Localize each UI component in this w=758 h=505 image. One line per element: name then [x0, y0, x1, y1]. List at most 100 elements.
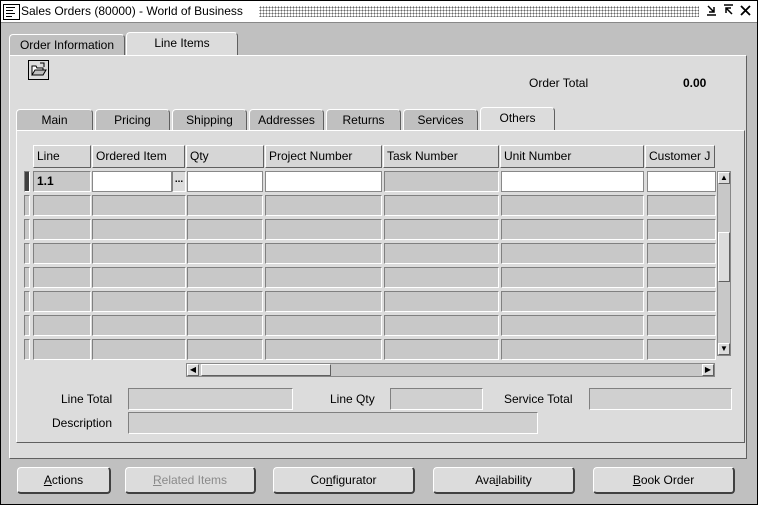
minimize-icon[interactable]: [705, 3, 718, 19]
grid-cell-ordered-item[interactable]: [92, 195, 186, 216]
lov-button[interactable]: ...: [172, 171, 186, 192]
open-folder-button[interactable]: [28, 60, 49, 80]
tab-shipping[interactable]: Shipping: [172, 109, 247, 131]
grid-cell-unit-number[interactable]: [501, 339, 644, 360]
close-icon[interactable]: [739, 3, 752, 19]
grid-cell-line[interactable]: [33, 219, 91, 240]
grid-cell-line[interactable]: [33, 243, 91, 264]
row-indicator[interactable]: [24, 315, 30, 336]
grid-cell-qty[interactable]: [187, 243, 263, 264]
grid-cell-ordered-item[interactable]: [92, 171, 172, 192]
actions-button[interactable]: Actions: [17, 467, 111, 494]
grid-cell-task-number[interactable]: [384, 315, 499, 336]
availability-button[interactable]: Availability: [433, 467, 575, 494]
tab-others[interactable]: Others: [480, 107, 555, 131]
grid-cell-unit-number[interactable]: [501, 171, 644, 192]
col-header-unit-number[interactable]: Unit Number: [500, 145, 644, 168]
grid-cell-project-number[interactable]: [265, 267, 382, 288]
vertical-scroll-thumb[interactable]: [718, 232, 730, 282]
grid-cell-qty[interactable]: [187, 291, 263, 312]
grid-cell-customer-job[interactable]: [647, 219, 716, 240]
scroll-right-icon[interactable]: ▶: [702, 364, 714, 376]
tab-main[interactable]: Main: [16, 109, 93, 131]
grid-cell-task-number[interactable]: [384, 339, 499, 360]
grid-cell-unit-number[interactable]: [501, 243, 644, 264]
row-indicator[interactable]: [24, 339, 30, 360]
tab-returns[interactable]: Returns: [326, 109, 401, 131]
grid-cell-customer-job[interactable]: [647, 267, 716, 288]
grid-cell-task-number[interactable]: [384, 267, 499, 288]
grid-cell-project-number[interactable]: [265, 315, 382, 336]
grid-cell-ordered-item[interactable]: [92, 315, 186, 336]
grid-cell-project-number[interactable]: [265, 219, 382, 240]
grid-cell-customer-job[interactable]: [647, 195, 716, 216]
grid-cell-project-number[interactable]: [265, 243, 382, 264]
grid-cell-qty[interactable]: [187, 267, 263, 288]
col-header-qty[interactable]: Qty: [186, 145, 264, 168]
grid-cell-customer-job[interactable]: [647, 171, 716, 192]
grid-cell-task-number[interactable]: [384, 243, 499, 264]
grid-cell-task-number[interactable]: [384, 219, 499, 240]
line-qty-field[interactable]: [390, 388, 483, 410]
description-field[interactable]: [128, 412, 538, 434]
grid-cell-customer-job[interactable]: [647, 291, 716, 312]
tab-pricing[interactable]: Pricing: [95, 109, 170, 131]
col-header-customer-job[interactable]: Customer J: [645, 145, 715, 168]
grid-cell-qty[interactable]: [187, 195, 263, 216]
related-items-button[interactable]: Related Items: [125, 467, 256, 494]
grid-cell-task-number[interactable]: [384, 291, 499, 312]
tab-addresses[interactable]: Addresses: [249, 109, 324, 131]
tab-order-information[interactable]: Order Information: [9, 34, 125, 56]
tab-line-items[interactable]: Line Items: [126, 32, 238, 56]
service-total-field[interactable]: [589, 388, 732, 410]
vertical-scrollbar[interactable]: ▲ ▼: [717, 171, 731, 356]
grid-cell-customer-job[interactable]: [647, 315, 716, 336]
grid-cell-project-number[interactable]: [265, 339, 382, 360]
title-bar[interactable]: Sales Orders (80000) - World of Business: [1, 1, 757, 23]
tab-services[interactable]: Services: [403, 109, 478, 131]
grid-cell-unit-number[interactable]: [501, 315, 644, 336]
grid-cell-ordered-item[interactable]: [92, 339, 186, 360]
grid-cell-ordered-item[interactable]: [92, 267, 186, 288]
grid-cell-line[interactable]: [33, 195, 91, 216]
grid-cell-unit-number[interactable]: [501, 291, 644, 312]
grid-cell-line[interactable]: [33, 291, 91, 312]
grid-cell-line[interactable]: [33, 339, 91, 360]
book-order-button[interactable]: Book Order: [593, 467, 735, 494]
col-header-line[interactable]: Line: [33, 145, 91, 168]
grid-cell-qty[interactable]: [187, 315, 263, 336]
col-header-project-number[interactable]: Project Number: [265, 145, 382, 168]
grid-cell-project-number[interactable]: [265, 291, 382, 312]
grid-cell-customer-job[interactable]: [647, 243, 716, 264]
maximize-icon[interactable]: [722, 3, 735, 19]
col-header-task-number[interactable]: Task Number: [383, 145, 499, 168]
grid-cell-ordered-item[interactable]: [92, 291, 186, 312]
row-indicator[interactable]: [24, 219, 30, 240]
grid-cell-customer-job[interactable]: [647, 339, 716, 360]
grid-cell-ordered-item[interactable]: [92, 219, 186, 240]
grid-cell-unit-number[interactable]: [501, 267, 644, 288]
line-total-field[interactable]: [128, 388, 293, 410]
scroll-down-icon[interactable]: ▼: [718, 343, 730, 355]
grid-cell-qty[interactable]: [187, 339, 263, 360]
configurator-button[interactable]: Configurator: [273, 467, 415, 494]
grid-cell-unit-number[interactable]: [501, 219, 644, 240]
grid-cell-task-number[interactable]: [384, 171, 499, 192]
grid-cell-ordered-item[interactable]: [92, 243, 186, 264]
grid-cell-unit-number[interactable]: [501, 195, 644, 216]
grid-cell-qty[interactable]: [187, 171, 263, 192]
grid-cell-qty[interactable]: [187, 219, 263, 240]
horizontal-scrollbar[interactable]: ◀ ▶: [186, 363, 715, 377]
grid-cell-line[interactable]: [33, 267, 91, 288]
row-indicator[interactable]: [24, 291, 30, 312]
grid-cell-line[interactable]: 1.1: [33, 171, 91, 192]
row-indicator[interactable]: [24, 171, 30, 192]
row-indicator[interactable]: [24, 243, 30, 264]
row-indicator[interactable]: [24, 195, 30, 216]
scroll-up-icon[interactable]: ▲: [718, 172, 730, 184]
grid-cell-line[interactable]: [33, 315, 91, 336]
horizontal-scroll-thumb[interactable]: [201, 364, 331, 376]
scroll-left-icon[interactable]: ◀: [187, 364, 199, 376]
grid-cell-project-number[interactable]: [265, 195, 382, 216]
row-indicator[interactable]: [24, 267, 30, 288]
